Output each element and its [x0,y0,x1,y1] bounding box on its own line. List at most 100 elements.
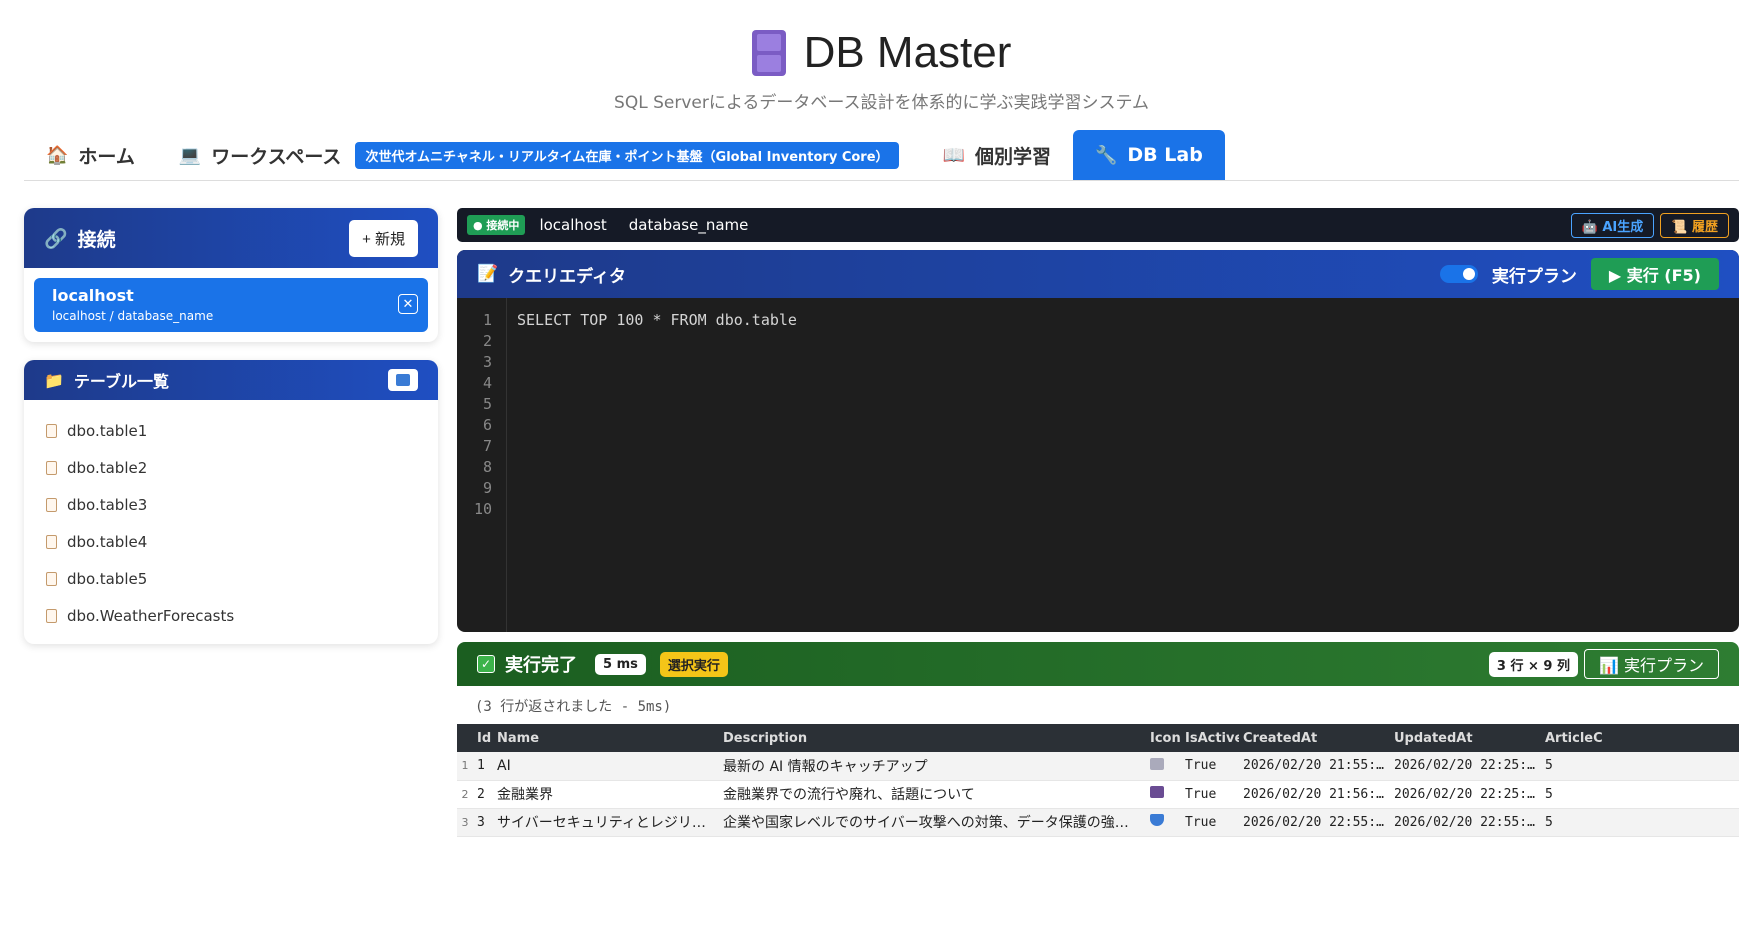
result-message: (3 行が返されました - 5ms) [475,699,672,715]
app-title-text: DB Master [803,28,1012,77]
column-header[interactable]: ArticleC [1541,724,1739,752]
table-doc-icon [46,460,57,475]
table-row[interactable]: 3 3 サイバーセキュリティとレジリエンス 企業や国家レベルでのサイバー攻撃への… [457,808,1739,837]
connection-panel: 🔗 接続 + 新規 localhost localhost / database… [24,208,438,342]
robot-icon [1150,786,1164,798]
table-item[interactable]: dbo.table5 [46,560,416,597]
ai-generate-button[interactable]: 🤖 AI生成 [1570,212,1655,238]
cell-created: 2026/02/20 22:55:20 [1239,808,1390,837]
result-header: ✓ 実行完了 5 ms 選択実行 3 行 × 9 列 📊 実行プラン [457,642,1739,686]
connection-title-text: 接続 [77,228,116,251]
connection-item[interactable]: localhost localhost / database_name ✕ [34,278,428,332]
table-item[interactable]: dbo.WeatherForecasts [46,597,416,634]
book-icon: 📖 [942,144,965,166]
run-button[interactable]: ▶ 実行 (F5) [1590,258,1719,290]
cell-isactive: True [1181,752,1239,781]
line-number: 9 [482,479,492,497]
column-header[interactable]: Icon [1146,724,1181,752]
sql-input[interactable]: SELECT TOP 100 * FROM dbo.table [507,298,807,632]
execution-plan-button[interactable]: 📊 実行プラン [1583,649,1719,679]
column-header[interactable]: IsActive [1181,724,1239,752]
cell-description: 企業や国家レベルでのサイバー攻撃への対策、データ保護の強化、特に… [719,808,1146,837]
table-doc-icon [46,534,57,549]
plan-toggle-label: 実行プラン [1491,266,1577,287]
row-number: 2 [457,780,473,809]
table-doc-icon [46,571,57,586]
table-row[interactable]: 2 2 金融業界 金融業界での流行や廃れ、話題について True 2026/02… [457,780,1739,809]
cell-count: 5 [1541,808,1739,837]
editor-title: 📝 クエリエディタ [477,262,626,287]
table-doc-icon [46,423,57,438]
result-actions: 3 行 × 9 列 📊 実行プラン [1488,649,1719,679]
row-number: 3 [457,808,473,837]
main-tabs: 🏠 ホーム 💻 ワークスペース 次世代オムニチャネル・リアルタイム在庫・ポイント… [24,130,1739,181]
table-row[interactable]: 1 1 AI 最新の AI 情報のキャッチアップ True 2026/02/20… [457,752,1739,781]
new-connection-button[interactable]: + 新規 [349,219,418,257]
table-list-panel: 📁 テーブル一覧 dbo.table1 dbo.table2 dbo.table… [24,360,438,644]
cell-icon [1146,780,1181,809]
close-icon[interactable]: ✕ [398,294,418,314]
house-icon: 🏠 [46,144,69,166]
table-item-label: dbo.WeatherForecasts [67,606,235,625]
status-host: localhost [539,216,607,234]
table-item[interactable]: dbo.table2 [46,449,416,486]
connection-name: localhost [52,286,134,305]
checkmark-icon: ✓ [477,655,495,673]
cell-id: 3 [473,808,493,837]
line-number: 8 [482,458,492,476]
query-editor: 📝 クエリエディタ 実行プラン ▶ 実行 (F5) 1 2 3 4 5 6 7 8 9 10 SE… [457,250,1739,632]
rownum-header [457,724,473,752]
connection-status-bar: ● 接続中 localhost database_name 🤖 AI生成 📜 履… [457,208,1739,242]
history-button[interactable]: 📜 履歴 [1660,212,1729,238]
table-list-title-text: テーブル一覧 [73,372,169,391]
table-item[interactable]: dbo.table4 [46,523,416,560]
cell-updated: 2026/02/20 22:25:55 [1390,780,1541,809]
tab-dblab-label: DB Lab [1127,144,1203,166]
table-item-label: dbo.table3 [67,495,148,514]
column-header[interactable]: Name [493,724,719,752]
status-actions: 🤖 AI生成 📜 履歴 [1570,212,1729,238]
app-header: DB Master SQL Serverによるデータベース設計を体系的に学ぶ実践… [0,0,1763,113]
table-item[interactable]: dbo.table1 [46,412,416,449]
tab-dblab[interactable]: 🔧 DB Lab [1072,130,1225,180]
workspace-badge: 次世代オムニチャネル・リアルタイム在庫・ポイント基盤（Global Invent… [355,141,899,169]
connection-detail: localhost / database_name [52,309,214,323]
column-header[interactable]: CreatedAt [1239,724,1390,752]
plan-toggle[interactable] [1439,265,1478,283]
result-panel: ✓ 実行完了 5 ms 選択実行 3 行 × 9 列 📊 実行プラン (3 行が… [457,642,1739,837]
editor-actions: 実行プラン ▶ 実行 (F5) [1439,258,1719,290]
cell-description: 最新の AI 情報のキャッチアップ [719,752,1146,781]
editor-title-text: クエリエディタ [508,266,626,287]
column-header[interactable]: UpdatedAt [1390,724,1541,752]
column-header[interactable]: Description [719,724,1146,752]
cell-icon [1146,752,1181,781]
sidebar: 🔗 接続 + 新規 localhost localhost / database… [24,208,438,662]
table-item[interactable]: dbo.table3 [46,486,416,523]
result-title: ✓ 実行完了 5 ms 選択実行 [477,651,728,677]
table-doc-icon [46,608,57,623]
cell-description: 金融業界での流行や廃れ、話題について [719,780,1146,809]
tab-study[interactable]: 📖 個別学習 [921,130,1073,180]
tab-home[interactable]: 🏠 ホーム [24,130,157,180]
line-number: 5 [482,395,492,413]
table-list: dbo.table1 dbo.table2 dbo.table3 dbo.tab… [24,400,438,644]
table-doc-icon [46,497,57,512]
cell-isactive: True [1181,808,1239,837]
tab-workspace[interactable]: 💻 ワークスペース 次世代オムニチャネル・リアルタイム在庫・ポイント基盤（Glo… [157,130,921,180]
code-area: 1 2 3 4 5 6 7 8 9 10 SELECT TOP 100 * FROM dbo.ta… [457,298,1739,632]
connection-title: 🔗 接続 [44,225,116,252]
dims-badge: 3 行 × 9 列 [1488,651,1578,677]
cell-created: 2026/02/20 21:55:38 [1239,752,1390,781]
result-title-text: 実行完了 [505,655,577,676]
link-icon: 🔗 [44,227,68,250]
cell-id: 1 [473,752,493,781]
row-number: 1 [457,752,473,781]
newspaper-icon [1150,757,1164,770]
column-header[interactable]: Id [473,724,493,752]
line-number: 7 [482,437,492,455]
app-subtitle: SQL Serverによるデータベース設計を体系的に学ぶ実践学習システム [614,93,1149,113]
cell-name: AI [493,752,719,781]
table-item-label: dbo.table1 [67,421,148,440]
refresh-icon[interactable] [388,369,418,391]
main-panel: ● 接続中 localhost database_name 🤖 AI生成 📜 履… [457,208,1739,837]
